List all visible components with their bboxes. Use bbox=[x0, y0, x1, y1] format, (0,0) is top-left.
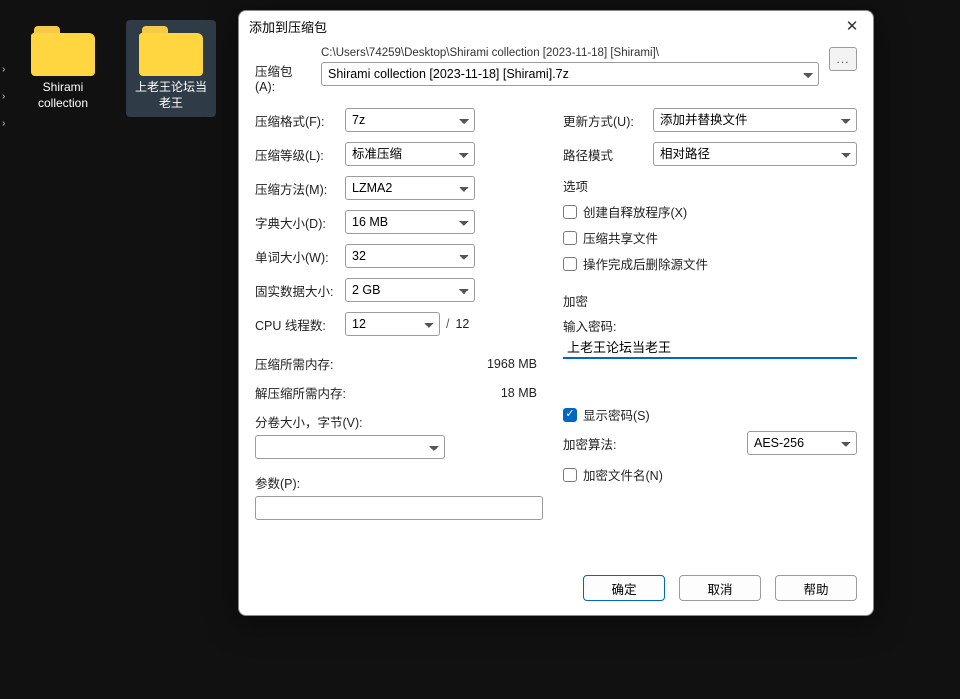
ok-button[interactable]: 确定 bbox=[583, 575, 665, 601]
dict-label: 字典大小(D): bbox=[255, 213, 345, 232]
folder-item-shirami[interactable]: Shirami collection bbox=[18, 20, 108, 117]
dialog-footer: 确定 取消 帮助 bbox=[239, 565, 873, 615]
params-label: 参数(P): bbox=[255, 473, 543, 492]
pathmode-label: 路径模式 bbox=[563, 145, 653, 164]
solid-label: 固实数据大小: bbox=[255, 281, 345, 300]
folder-label: 上老王论坛当老王 bbox=[132, 80, 210, 111]
close-icon[interactable]: ✕ bbox=[841, 15, 863, 37]
split-label: 分卷大小，字节(V): bbox=[255, 412, 543, 431]
encryption-title: 加密 bbox=[563, 291, 857, 310]
sfx-label: 创建自释放程序(X) bbox=[583, 202, 687, 221]
folder-item-laowang[interactable]: 上老王论坛当老王 bbox=[126, 20, 216, 117]
params-input[interactable] bbox=[255, 496, 543, 520]
word-label: 单词大小(W): bbox=[255, 247, 345, 266]
nav-rail: › › › bbox=[0, 0, 8, 699]
share-label: 压缩共享文件 bbox=[583, 228, 658, 247]
cpu-slash: / bbox=[446, 317, 449, 331]
show-password-checkbox[interactable]: ✓ bbox=[563, 408, 577, 422]
archive-label: 压缩包(A): bbox=[255, 47, 311, 94]
show-password-label: 显示密码(S) bbox=[583, 405, 650, 424]
browse-button[interactable]: ... bbox=[829, 47, 857, 71]
rail-chevron-icon[interactable]: › bbox=[0, 64, 8, 75]
delete-label: 操作完成后删除源文件 bbox=[583, 254, 708, 273]
titlebar: 添加到压缩包 ✕ bbox=[239, 11, 873, 41]
options-title: 选项 bbox=[563, 176, 857, 195]
archive-name-select[interactable]: Shirami collection [2023-11-18] [Shirami… bbox=[321, 62, 819, 86]
level-select[interactable]: 标准压缩 bbox=[345, 142, 475, 166]
encrypt-filenames-checkbox[interactable] bbox=[563, 468, 577, 482]
method-select[interactable]: LZMA2 bbox=[345, 176, 475, 200]
rail-chevron-icon[interactable]: › bbox=[0, 118, 8, 129]
update-label: 更新方式(U): bbox=[563, 111, 653, 130]
split-select[interactable] bbox=[255, 435, 445, 459]
mem-comp-value: 1968 MB bbox=[396, 357, 543, 371]
solid-select[interactable]: 2 GB bbox=[345, 278, 475, 302]
left-column: 压缩格式(F): 7z 压缩等级(L): 标准压缩 压缩方法(M): LZMA2… bbox=[255, 108, 543, 520]
cpu-select[interactable]: 12 bbox=[345, 312, 440, 336]
mem-decomp-label: 解压缩所需内存: bbox=[255, 383, 396, 402]
mem-decomp-value: 18 MB bbox=[396, 386, 543, 400]
format-label: 压缩格式(F): bbox=[255, 111, 345, 130]
help-button[interactable]: 帮助 bbox=[775, 575, 857, 601]
mem-comp-label: 压缩所需内存: bbox=[255, 354, 396, 373]
password-input[interactable] bbox=[563, 335, 857, 359]
dict-select[interactable]: 16 MB bbox=[345, 210, 475, 234]
add-to-archive-dialog: 添加到压缩包 ✕ 压缩包(A): C:\Users\74259\Desktop\… bbox=[238, 10, 874, 616]
cancel-button[interactable]: 取消 bbox=[679, 575, 761, 601]
folder-icon bbox=[31, 26, 95, 76]
delete-checkbox[interactable] bbox=[563, 257, 577, 271]
cpu-total: 12 bbox=[455, 317, 469, 331]
dialog-content: 压缩包(A): C:\Users\74259\Desktop\Shirami c… bbox=[239, 41, 873, 565]
folder-label: Shirami collection bbox=[24, 80, 102, 111]
method-label: 压缩方法(M): bbox=[255, 179, 345, 198]
enc-pass-label: 输入密码: bbox=[563, 316, 857, 335]
format-select[interactable]: 7z bbox=[345, 108, 475, 132]
folder-icon bbox=[139, 26, 203, 76]
level-label: 压缩等级(L): bbox=[255, 145, 345, 164]
word-select[interactable]: 32 bbox=[345, 244, 475, 268]
archive-path-display: C:\Users\74259\Desktop\Shirami collectio… bbox=[321, 47, 819, 59]
pathmode-select[interactable]: 相对路径 bbox=[653, 142, 857, 166]
encrypt-filenames-label: 加密文件名(N) bbox=[583, 465, 663, 484]
right-column: 更新方式(U): 添加并替换文件 路径模式 相对路径 选项 创建自释放程序(X)… bbox=[563, 108, 857, 520]
share-checkbox[interactable] bbox=[563, 231, 577, 245]
enc-method-label: 加密算法: bbox=[563, 434, 747, 453]
rail-chevron-icon[interactable]: › bbox=[0, 91, 8, 102]
update-select[interactable]: 添加并替换文件 bbox=[653, 108, 857, 132]
dialog-title: 添加到压缩包 bbox=[249, 17, 327, 36]
enc-method-select[interactable]: AES-256 bbox=[747, 431, 857, 455]
sfx-checkbox[interactable] bbox=[563, 205, 577, 219]
cpu-label: CPU 线程数: bbox=[255, 315, 345, 334]
